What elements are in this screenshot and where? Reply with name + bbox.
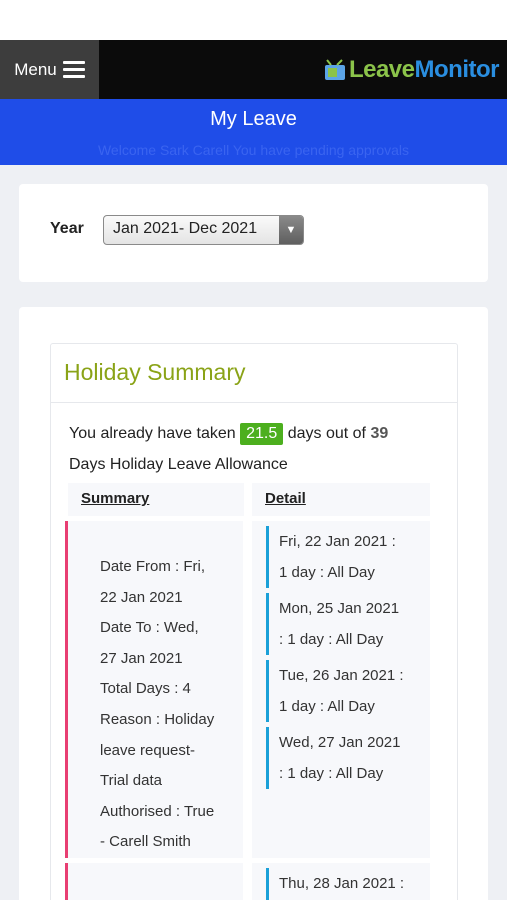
holiday-summary-card: Holiday Summary You already have taken 2… [19,307,488,900]
logo-tv-icon [324,58,345,80]
holiday-summary-heading: Holiday Summary [51,344,457,403]
leave-day-duration: 1 day : All Day [279,564,375,581]
leave-detail-cell: Thu, 28 Jan 2021 : [252,863,430,900]
allowance-total: 39 [370,425,389,442]
leave-day-item: Wed, 27 Jan 2021 : 1 day : All Day [266,727,418,789]
year-select-value: Jan 2021- Dec 2021 [113,220,258,237]
top-navbar: Menu Leave Monitor [0,40,507,99]
status-bar [0,0,507,40]
summary-line: leave request- [100,741,196,759]
summary-line: Total Days : 4 [100,680,191,698]
summary-line: 27 Jan 2021 [100,649,183,667]
leave-summary-cell [65,863,243,900]
summary-line: Trial data [100,772,162,790]
allowance-suffix: Days Holiday Leave Allowance [69,456,288,473]
leave-day-item: Mon, 25 Jan 2021 : 1 day : All Day [266,593,418,655]
leave-day-duration: 1 day : All Day [279,698,375,715]
leavemonitor-logo[interactable]: Leave Monitor [324,40,507,99]
summary-line: Authorised : True [100,802,215,820]
hamburger-icon [62,61,85,78]
leave-day-item: Fri, 22 Jan 2021 : 1 day : All Day [266,526,418,588]
leave-detail-cell: Fri, 22 Jan 2021 : 1 day : All Day Mon, … [252,521,430,858]
leave-day-date: Mon, 25 Jan 2021 [279,600,400,617]
column-header-detail: Detail [252,483,430,516]
leave-day-date: Thu, 28 Jan 2021 : [279,875,405,892]
menu-label: Menu [14,59,57,79]
leave-summary-text: Date From : Fri, 22 Jan 2021 Date To : W… [100,552,220,858]
page-title: My Leave [210,108,297,130]
logo-text-monitor: Monitor [414,55,500,83]
leave-day-duration: : 1 day : All Day [279,631,384,648]
leave-day-item: Tue, 26 Jan 2021 : 1 day : All Day [266,660,418,722]
summary-line: - Carell Smith [100,833,191,851]
year-select[interactable]: Jan 2021- Dec 2021 ▼ [103,215,304,245]
allowance-text: You already have taken 21.5 days out of … [69,418,441,480]
leave-summary-cell: Date From : Fri, 22 Jan 2021 Date To : W… [65,521,243,858]
taken-middle: days out of [287,425,366,442]
holiday-summary-panel: Holiday Summary You already have taken 2… [50,343,458,900]
menu-button[interactable]: Menu [0,40,99,99]
leave-day-date: Tue, 26 Jan 2021 : [279,667,404,684]
taken-days-badge: 21.5 [240,423,284,445]
year-label: Year [50,220,84,237]
column-header-summary: Summary [68,483,244,516]
logo-text-leave: Leave [348,55,415,83]
summary-line: Date From : Fri, [100,558,206,575]
dropdown-arrow-icon: ▼ [279,216,303,244]
welcome-message: Welcome Sark Carell You have pending app… [97,142,410,158]
leave-day-date: Fri, 22 Jan 2021 : [279,533,396,550]
summary-line: Reason : Holiday [100,710,215,728]
summary-line: Date To : Wed, [100,619,199,637]
leave-day-item: Thu, 28 Jan 2021 : [266,868,418,900]
taken-prefix: You already have taken [69,425,236,442]
year-filter-card: Year Jan 2021- Dec 2021 ▼ [19,184,488,282]
summary-line: 22 Jan 2021 [100,588,183,606]
page-header: My Leave Welcome Sark Carell You have pe… [0,99,507,165]
leave-day-date: Wed, 27 Jan 2021 [279,734,401,751]
leave-day-duration: : 1 day : All Day [279,765,384,782]
